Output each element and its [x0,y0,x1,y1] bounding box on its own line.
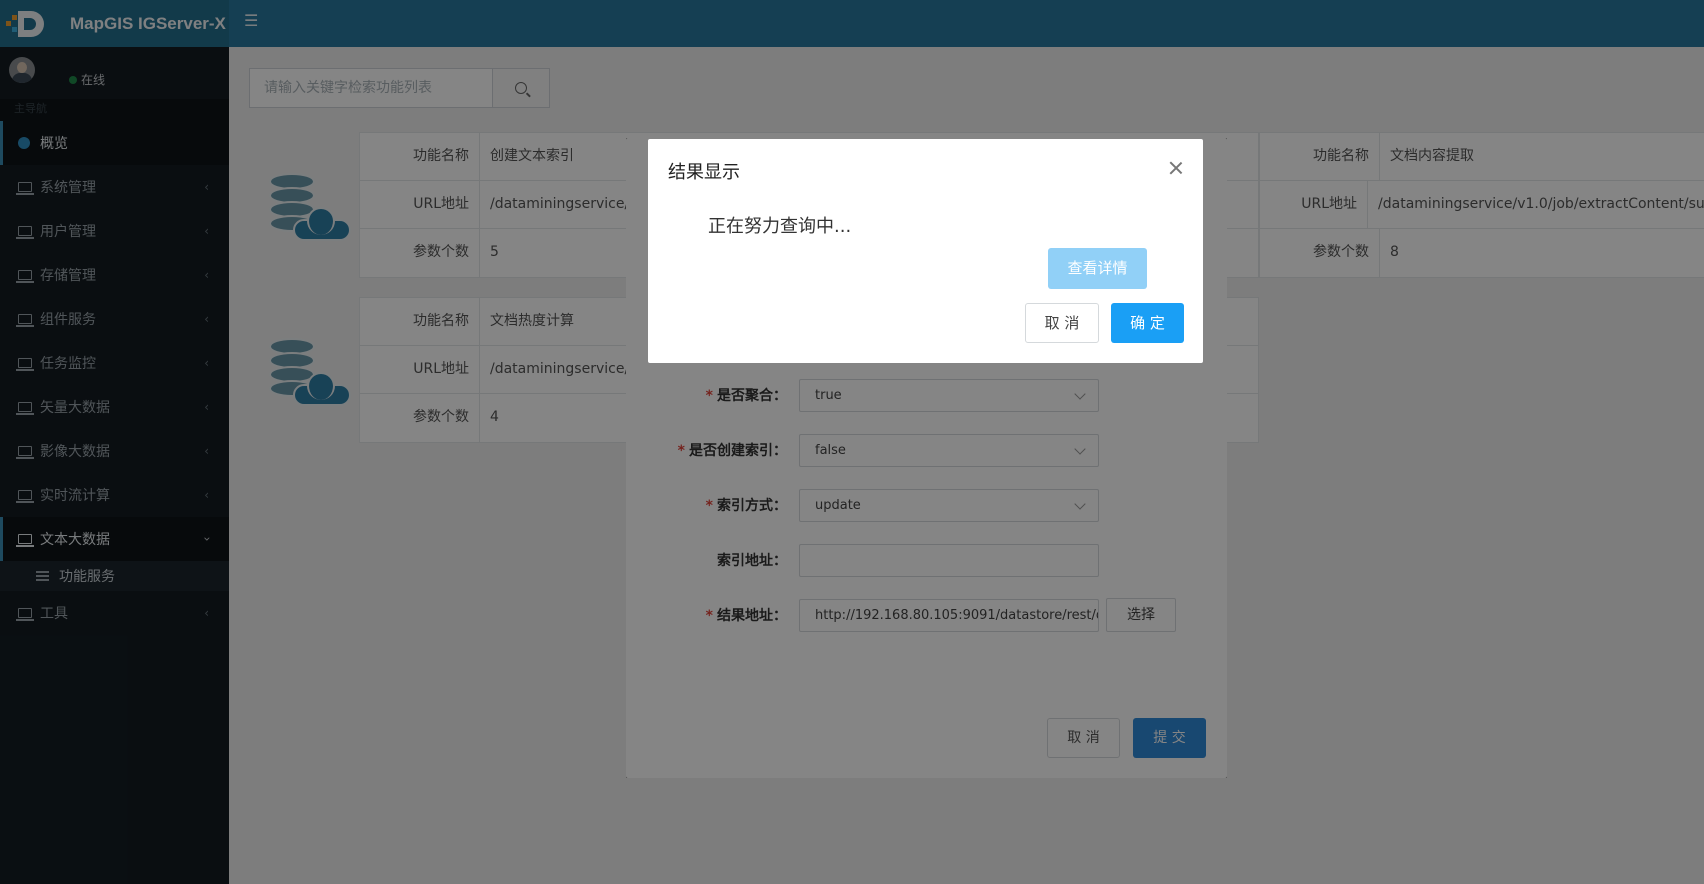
modal-title: 结果显示 [668,162,740,183]
view-details-button[interactable]: 查看详情 [1048,248,1147,289]
close-icon[interactable] [1169,161,1183,175]
result-modal: 结果显示 正在努力查询中... 查看详情 取 消 确 定 [648,139,1203,363]
modal-ok-button[interactable]: 确 定 [1111,303,1184,343]
modal-cancel-button[interactable]: 取 消 [1025,303,1099,343]
modal-message: 正在努力查询中... [708,216,852,237]
